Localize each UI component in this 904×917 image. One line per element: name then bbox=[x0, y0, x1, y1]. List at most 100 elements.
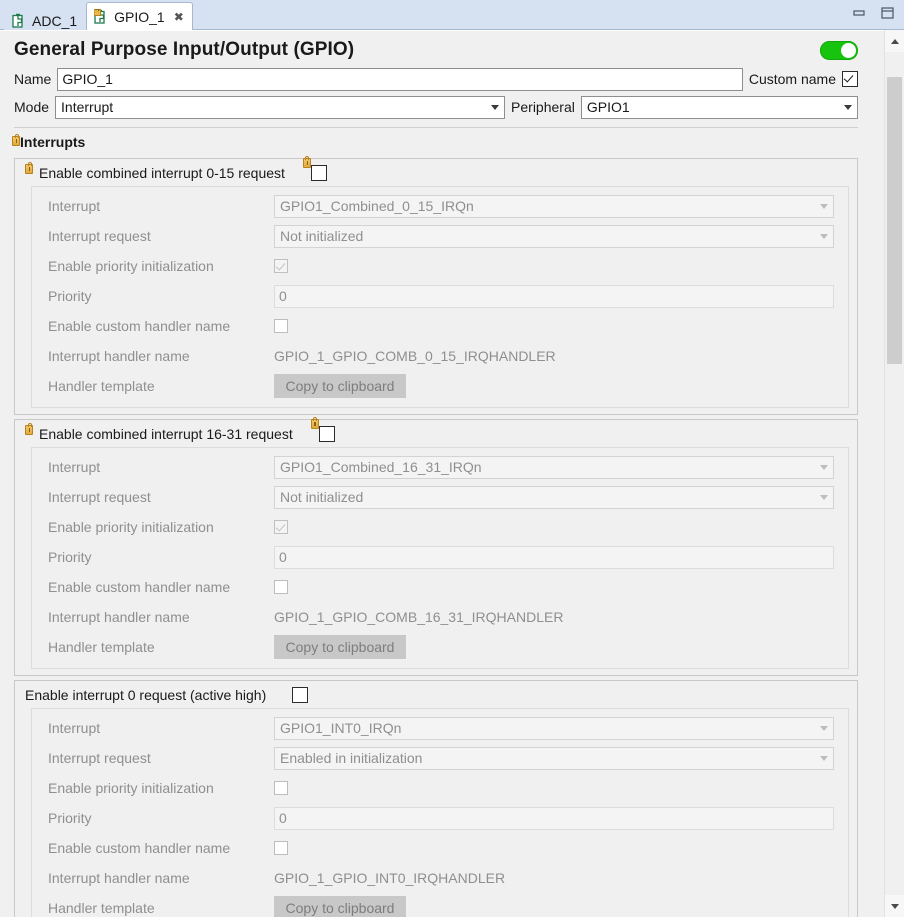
chevron-down-icon bbox=[820, 756, 828, 761]
chevron-down-icon bbox=[844, 105, 852, 110]
tab-gpio-1[interactable]: GPIO_1 ✖ bbox=[86, 2, 193, 31]
priority-row: Priority bbox=[32, 542, 848, 572]
group-enable-checkbox[interactable] bbox=[318, 425, 335, 442]
interrupt-label: Interrupt bbox=[48, 720, 101, 736]
priority-init-row: Enable priority initialization bbox=[32, 512, 848, 542]
name-label: Name bbox=[14, 71, 52, 87]
copy-to-clipboard-button: Copy to clipboard bbox=[274, 896, 406, 917]
interrupt-select: GPIO1_INT0_IRQn bbox=[274, 716, 834, 740]
priority-input bbox=[274, 545, 834, 569]
interrupt-select: GPIO1_Combined_0_15_IRQn bbox=[274, 194, 834, 218]
interrupt-request-select: Not initialized bbox=[274, 224, 834, 248]
custom-handler-row: Enable custom handler name bbox=[32, 833, 848, 863]
interrupt-select-value: GPIO1_INT0_IRQn bbox=[280, 720, 402, 736]
interrupts-section-title: Interrupts bbox=[20, 134, 86, 150]
scroll-down-button[interactable] bbox=[885, 895, 904, 917]
interrupt-label: Interrupt bbox=[48, 459, 101, 475]
priority-init-checkbox bbox=[274, 781, 288, 795]
handler-name-label: Interrupt handler name bbox=[48, 870, 190, 886]
maximize-button[interactable] bbox=[878, 4, 896, 22]
handler-name-value: GPIO_1_GPIO_COMB_16_31_IRQHANDLER bbox=[274, 609, 564, 625]
interrupts-section-heading: Interrupts bbox=[0, 128, 872, 154]
component-locked-icon bbox=[93, 8, 109, 25]
interrupt-group-combined-0-15: Enable combined interrupt 0-15 request I… bbox=[14, 155, 858, 415]
minimize-button[interactable] bbox=[850, 4, 868, 22]
group-enable-wrap bbox=[310, 416, 335, 442]
vertical-scrollbar[interactable] bbox=[884, 30, 904, 917]
peripheral-select[interactable]: GPIO1 bbox=[580, 95, 858, 119]
group-title: Enable combined interrupt 16-31 request bbox=[39, 425, 293, 442]
handler-template-row: Handler template Copy to clipboard bbox=[32, 893, 848, 917]
scrollbar-track[interactable] bbox=[885, 52, 904, 895]
custom-handler-label: Enable custom handler name bbox=[48, 840, 231, 856]
handler-name-row: Interrupt handler name GPIO_1_GPIO_COMB_… bbox=[32, 341, 848, 371]
custom-name-checkbox[interactable] bbox=[842, 71, 858, 87]
tab-bar: ADC_1 GPIO_1 ✖ bbox=[0, 0, 904, 33]
copy-to-clipboard-button: Copy to clipboard bbox=[274, 635, 406, 659]
handler-name-row: Interrupt handler name GPIO_1_GPIO_COMB_… bbox=[32, 602, 848, 632]
handler-template-label: Handler template bbox=[48, 378, 155, 394]
interrupt-select-value: GPIO1_Combined_16_31_IRQn bbox=[280, 459, 482, 475]
interrupt-request-value: Not initialized bbox=[280, 228, 364, 244]
interrupt-row: Interrupt GPIO1_INT0_IRQn bbox=[32, 713, 848, 743]
enable-toggle[interactable] bbox=[820, 40, 858, 60]
tab-list: ADC_1 GPIO_1 ✖ bbox=[4, 0, 193, 33]
handler-template-row: Handler template Copy to clipboard bbox=[32, 632, 848, 662]
custom-handler-label: Enable custom handler name bbox=[48, 579, 231, 595]
priority-init-row: Enable priority initialization bbox=[32, 251, 848, 281]
custom-name-label: Custom name bbox=[748, 71, 836, 87]
handler-name-row: Interrupt handler name GPIO_1_GPIO_INT0_… bbox=[32, 863, 848, 893]
custom-handler-row: Enable custom handler name bbox=[32, 311, 848, 341]
chevron-down-icon bbox=[820, 465, 828, 470]
name-row: Name Custom name bbox=[0, 65, 872, 93]
handler-template-row: Handler template Copy to clipboard bbox=[32, 371, 848, 401]
group-fields: Interrupt GPIO1_Combined_16_31_IRQn Inte… bbox=[31, 447, 849, 669]
group-enable-wrap bbox=[302, 155, 327, 181]
scroll-up-button[interactable] bbox=[885, 30, 904, 52]
handler-template-label: Handler template bbox=[48, 639, 155, 655]
window-controls bbox=[850, 4, 896, 22]
gpio-config-window: ADC_1 GPIO_1 ✖ General Purpose Input/Out… bbox=[0, 0, 904, 917]
interrupt-request-label: Interrupt request bbox=[48, 489, 151, 505]
priority-row: Priority bbox=[32, 281, 848, 311]
handler-name-value: GPIO_1_GPIO_COMB_0_15_IRQHANDLER bbox=[274, 348, 556, 364]
config-panel: General Purpose Input/Output (GPIO) Name… bbox=[0, 30, 904, 917]
close-icon[interactable]: ✖ bbox=[174, 11, 184, 23]
page-title: General Purpose Input/Output (GPIO) bbox=[14, 39, 355, 60]
component-icon bbox=[12, 13, 27, 29]
warning-icon bbox=[310, 416, 319, 429]
priority-init-label: Enable priority initialization bbox=[48, 780, 214, 796]
priority-label: Priority bbox=[48, 549, 92, 565]
interrupt-request-select: Enabled in initialization bbox=[274, 746, 834, 770]
config-panel-content: General Purpose Input/Output (GPIO) Name… bbox=[0, 31, 872, 917]
group-title: Enable combined interrupt 0-15 request bbox=[39, 164, 285, 181]
interrupt-row: Interrupt GPIO1_Combined_16_31_IRQn bbox=[32, 452, 848, 482]
custom-handler-checkbox bbox=[274, 580, 288, 594]
priority-init-label: Enable priority initialization bbox=[48, 258, 214, 274]
group-enable-checkbox[interactable] bbox=[292, 686, 309, 703]
scrollbar-thumb[interactable] bbox=[887, 77, 902, 364]
group-header: Enable combined interrupt 16-31 request bbox=[15, 416, 857, 447]
priority-row: Priority bbox=[32, 803, 848, 833]
chevron-up-icon bbox=[890, 38, 899, 44]
group-enable-checkbox[interactable] bbox=[310, 164, 327, 181]
priority-init-checkbox bbox=[274, 259, 288, 273]
handler-name-value: GPIO_1_GPIO_INT0_IRQHANDLER bbox=[274, 870, 506, 886]
interrupt-label: Interrupt bbox=[48, 198, 101, 214]
warning-icon bbox=[302, 155, 311, 168]
name-input[interactable] bbox=[57, 67, 743, 91]
group-header: Enable interrupt 0 request (active high) bbox=[15, 681, 857, 708]
group-fields: Interrupt GPIO1_Combined_0_15_IRQn Inter… bbox=[31, 186, 849, 408]
mode-select[interactable]: Interrupt bbox=[55, 95, 506, 119]
priority-label: Priority bbox=[48, 810, 92, 826]
handler-name-label: Interrupt handler name bbox=[48, 609, 190, 625]
interrupt-group-int0: Enable interrupt 0 request (active high)… bbox=[14, 680, 858, 917]
interrupt-select: GPIO1_Combined_16_31_IRQn bbox=[274, 455, 834, 479]
interrupt-request-row: Interrupt request Enabled in initializat… bbox=[32, 743, 848, 773]
mode-row: Mode Interrupt Peripheral GPIO1 bbox=[0, 93, 872, 121]
custom-handler-row: Enable custom handler name bbox=[32, 572, 848, 602]
page-header: General Purpose Input/Output (GPIO) bbox=[0, 31, 872, 65]
warning-icon bbox=[25, 422, 33, 435]
interrupt-request-row: Interrupt request Not initialized bbox=[32, 482, 848, 512]
custom-handler-checkbox bbox=[274, 841, 288, 855]
